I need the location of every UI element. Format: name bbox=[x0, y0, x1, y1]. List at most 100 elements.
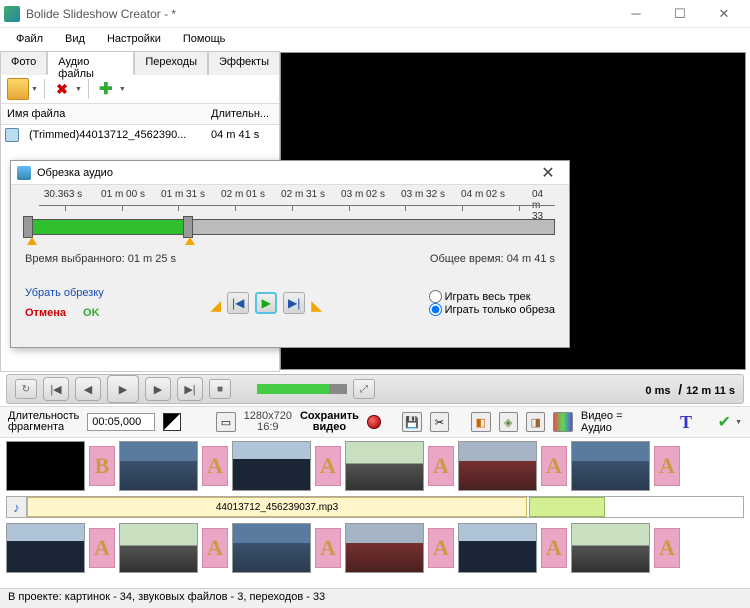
menu-view[interactable]: Вид bbox=[55, 30, 95, 48]
player-first-button[interactable]: |◀ bbox=[43, 377, 69, 401]
save-icon[interactable]: 💾 bbox=[402, 412, 421, 432]
bw-toggle-button[interactable] bbox=[163, 413, 181, 431]
transition-a[interactable]: A bbox=[654, 528, 680, 568]
video-audio-label[interactable]: Видео = Аудио bbox=[581, 410, 654, 434]
add-icon[interactable]: ✚ bbox=[95, 78, 117, 100]
duration-label: Длительностьфрагмента bbox=[8, 411, 79, 433]
open-folder-icon[interactable] bbox=[7, 78, 29, 100]
player-prev-button[interactable]: ◀ bbox=[75, 377, 101, 401]
trim-track[interactable] bbox=[25, 219, 555, 235]
duration-input[interactable] bbox=[87, 413, 155, 431]
tick-label: 03 m 02 s bbox=[341, 189, 385, 200]
clip-thumb[interactable] bbox=[119, 523, 198, 573]
clip-thumb[interactable] bbox=[232, 523, 311, 573]
transition-a[interactable]: A bbox=[315, 446, 341, 486]
transition-a[interactable]: A bbox=[541, 528, 567, 568]
transition-a[interactable]: A bbox=[89, 528, 115, 568]
selection-region[interactable] bbox=[26, 220, 186, 234]
marker-start-icon[interactable] bbox=[27, 237, 37, 245]
clip-thumb[interactable] bbox=[458, 523, 537, 573]
radio-play-all[interactable]: Играть весь трек bbox=[429, 290, 555, 303]
file-row[interactable]: (Trimmed)44013712_4562390... 04 m 41 s bbox=[1, 125, 279, 145]
trim-handle-end[interactable] bbox=[183, 216, 193, 238]
ruler bbox=[39, 205, 555, 215]
tab-transitions[interactable]: Переходы bbox=[134, 51, 208, 75]
tab-effects[interactable]: Эффекты bbox=[208, 51, 280, 75]
video-track[interactable]: B A A A A A bbox=[6, 438, 744, 494]
player-loop-button[interactable]: ↻ bbox=[15, 379, 37, 399]
tb-icon-a[interactable]: ◧ bbox=[471, 412, 490, 432]
marker-end-icon[interactable] bbox=[185, 237, 195, 245]
chevron-down-icon[interactable]: ▼ bbox=[119, 86, 126, 93]
col-filename[interactable]: Имя файла bbox=[1, 108, 207, 120]
radio-play-trim[interactable]: Играть только обреза bbox=[429, 303, 555, 316]
menu-help[interactable]: Помощь bbox=[173, 30, 236, 48]
text-icon[interactable]: T bbox=[680, 412, 692, 433]
remove-trim-link[interactable]: Убрать обрезку bbox=[25, 287, 104, 299]
tab-audio[interactable]: Аудио файлы bbox=[47, 51, 134, 75]
col-duration[interactable]: Длительн... bbox=[207, 108, 279, 120]
clip-thumb[interactable] bbox=[6, 441, 85, 491]
ok-button[interactable]: OK bbox=[83, 307, 100, 319]
transition-a[interactable]: A bbox=[202, 528, 228, 568]
transition-a[interactable]: A bbox=[315, 528, 341, 568]
tab-photo[interactable]: Фото bbox=[0, 51, 47, 75]
minimize-button[interactable]: ─ bbox=[614, 0, 658, 28]
clip-thumb[interactable] bbox=[571, 441, 650, 491]
cancel-button[interactable]: Отмена bbox=[25, 307, 66, 319]
clip-thumb[interactable] bbox=[458, 441, 537, 491]
marker-left-icon[interactable]: ◢ bbox=[210, 297, 221, 314]
audio-gap[interactable] bbox=[529, 497, 605, 517]
transition-b[interactable]: B bbox=[89, 446, 115, 486]
save-video-label: Сохранитьвидео bbox=[300, 411, 359, 433]
transition-a[interactable]: A bbox=[654, 446, 680, 486]
clip-thumb[interactable] bbox=[119, 441, 198, 491]
tb-icon-d[interactable] bbox=[553, 412, 572, 432]
menu-file[interactable]: Файл bbox=[6, 30, 53, 48]
tick-label: 04 m 02 s bbox=[461, 189, 505, 200]
dialog-title: Обрезка аудио bbox=[37, 167, 533, 179]
clip-thumb[interactable] bbox=[232, 441, 311, 491]
marker-right-icon[interactable]: ◣ bbox=[311, 297, 322, 314]
player-next-button[interactable]: ▶ bbox=[145, 377, 171, 401]
time-info: Время выбранного: 01 m 25 s Общее время:… bbox=[25, 253, 555, 265]
trim-handle-start[interactable] bbox=[23, 216, 33, 238]
volume-slider[interactable] bbox=[257, 384, 347, 394]
crop-icon[interactable]: ✂ bbox=[430, 412, 449, 432]
audio-track[interactable]: ♪ 44013712_456239037.mp3 bbox=[6, 496, 744, 518]
close-button[interactable]: ✕ bbox=[702, 0, 746, 28]
player-play-button[interactable]: ▶ bbox=[107, 375, 139, 403]
clip-thumb[interactable] bbox=[6, 523, 85, 573]
time-scale: 30.363 s 01 m 00 s 01 m 31 s 02 m 01 s 0… bbox=[21, 189, 559, 219]
skip-end-button[interactable]: ▶| bbox=[283, 292, 305, 314]
tb-icon-c[interactable]: ◨ bbox=[526, 412, 545, 432]
play-button[interactable]: ▶ bbox=[255, 292, 277, 314]
transition-a[interactable]: A bbox=[541, 446, 567, 486]
chevron-down-icon[interactable]: ▼ bbox=[75, 86, 82, 93]
clip-thumb[interactable] bbox=[345, 523, 424, 573]
skip-start-button[interactable]: |◀ bbox=[227, 292, 249, 314]
transition-a[interactable]: A bbox=[202, 446, 228, 486]
audio-clip[interactable]: 44013712_456239037.mp3 bbox=[27, 497, 527, 517]
dialog-close-button[interactable]: ✕ bbox=[533, 163, 563, 183]
clip-thumb[interactable] bbox=[571, 523, 650, 573]
chevron-down-icon[interactable]: ▼ bbox=[31, 86, 38, 93]
clip-thumb[interactable] bbox=[345, 441, 424, 491]
player-expand-button[interactable]: ⤢ bbox=[353, 379, 375, 399]
delete-icon[interactable]: ✖ bbox=[51, 78, 73, 100]
player-last-button[interactable]: ▶| bbox=[177, 377, 203, 401]
maximize-button[interactable]: ☐ bbox=[658, 0, 702, 28]
resolution-button[interactable]: ▭ bbox=[216, 412, 235, 432]
video-track-2[interactable]: A A A A A A bbox=[6, 520, 744, 576]
transition-a[interactable]: A bbox=[428, 528, 454, 568]
check-icon[interactable]: ✔ bbox=[718, 412, 731, 432]
transition-a[interactable]: A bbox=[428, 446, 454, 486]
player-stop-button[interactable]: ■ bbox=[209, 379, 231, 399]
tb-icon-b[interactable]: ◈ bbox=[499, 412, 518, 432]
dialog-titlebar[interactable]: Обрезка аудио ✕ bbox=[11, 161, 569, 185]
record-icon[interactable] bbox=[367, 415, 381, 429]
audio-toolbar: ▼ ✖▼ ✚▼ bbox=[1, 75, 279, 103]
chevron-down-icon[interactable]: ▼ bbox=[735, 419, 742, 426]
total-time-label: Общее время: 04 m 41 s bbox=[430, 253, 555, 265]
menu-settings[interactable]: Настройки bbox=[97, 30, 171, 48]
